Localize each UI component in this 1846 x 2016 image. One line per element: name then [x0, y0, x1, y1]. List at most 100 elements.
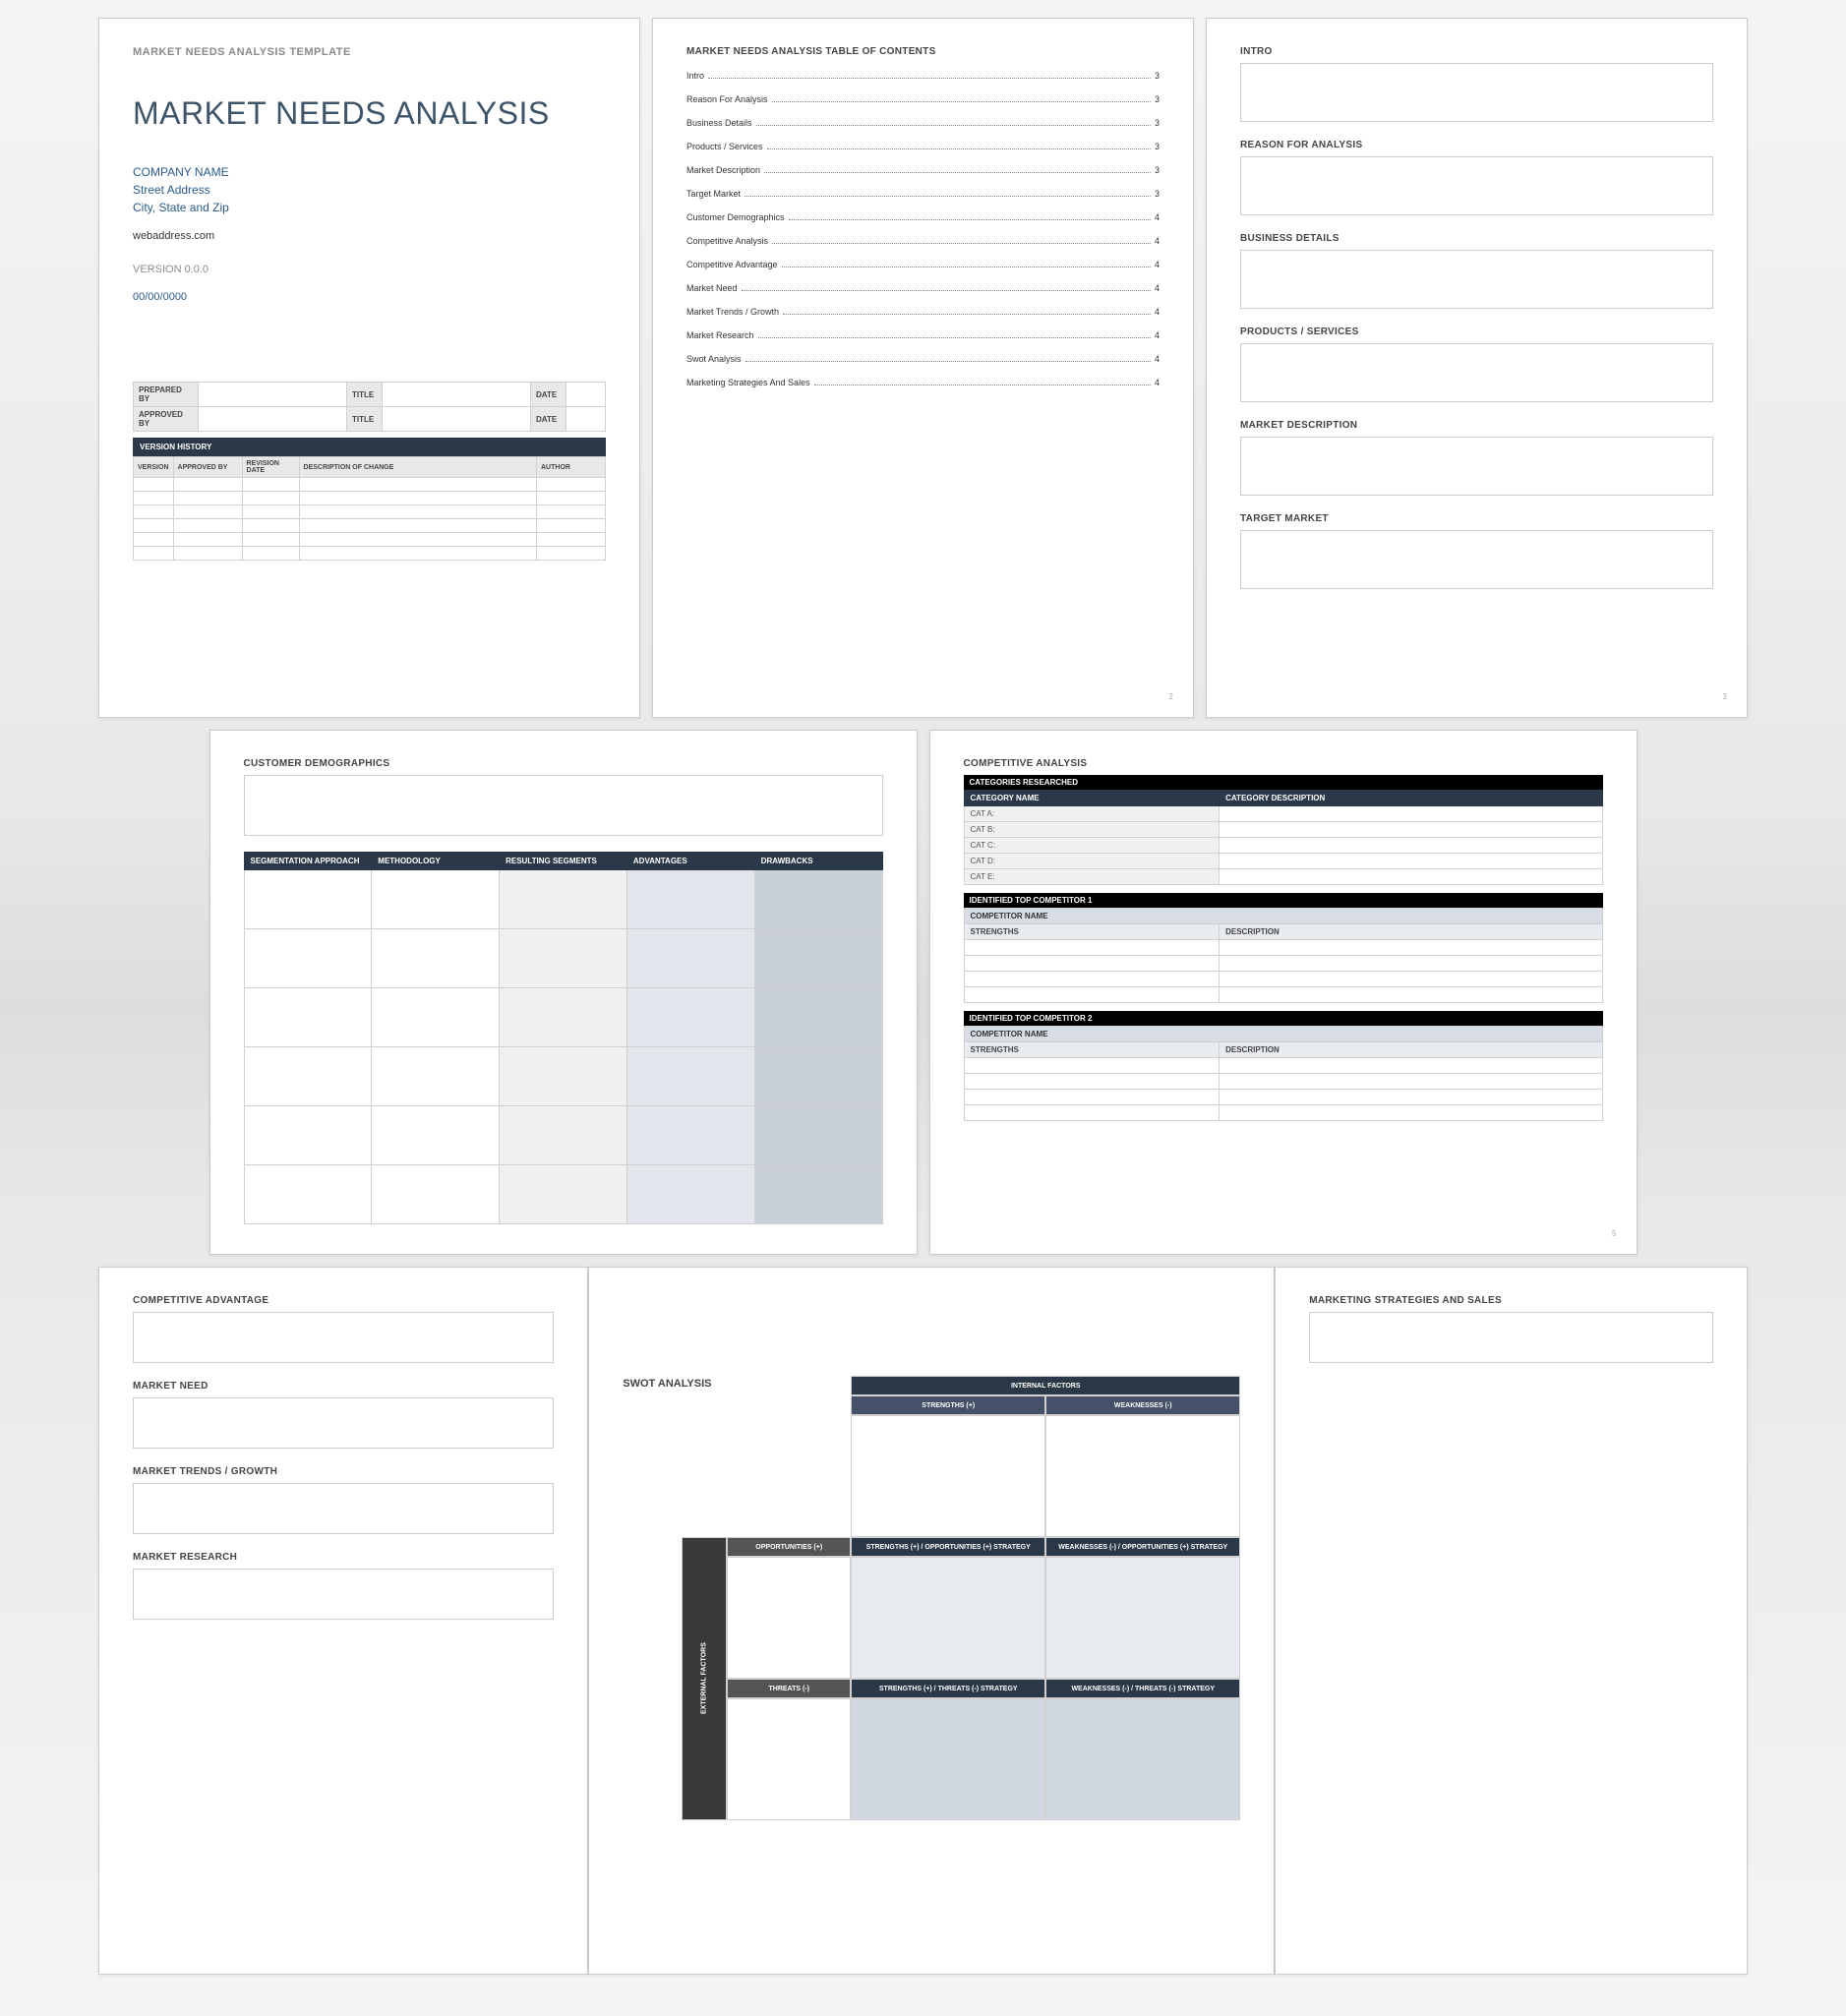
page-number: 2 [1169, 692, 1173, 701]
company-name: COMPANY NAME [133, 163, 606, 181]
competitor1-table: COMPETITOR NAME STRENGTHSDESCRIPTION [964, 908, 1603, 1003]
toc-item-title: Market Trends / Growth [686, 307, 779, 317]
toc-item-title: Target Market [686, 189, 741, 199]
toc-item-title: Market Description [686, 165, 760, 175]
swot-title: SWOT ANALYSIS [623, 1378, 711, 1390]
toc-item-page: 4 [1155, 260, 1160, 269]
approved-by-label: APPROVED BY [134, 407, 199, 432]
section-label: MARKET DESCRIPTION [1240, 420, 1713, 431]
company-city: City, State and Zip [133, 199, 606, 216]
toc-item-page: 3 [1155, 189, 1160, 199]
meta-table: PREPARED BY TITLE DATE APPROVED BY TITLE… [133, 382, 606, 432]
toc-row: Market Need4 [686, 283, 1160, 293]
toc-row: Reason For Analysis 3 [686, 94, 1160, 104]
so-header: STRENGTHS (+) / OPPORTUNITIES (+) STRATE… [851, 1537, 1045, 1557]
section-textbox[interactable] [1240, 63, 1713, 122]
version-history-header: VERSION HISTORY [133, 438, 606, 456]
toc-item-page: 4 [1155, 236, 1160, 246]
marketing-title: MARKETING STRATEGIES AND SALES [1309, 1295, 1713, 1306]
toc-row: Market Description 3 [686, 165, 1160, 175]
competitor2-header: IDENTIFIED TOP COMPETITOR 2 [964, 1011, 1603, 1026]
so-cell[interactable] [851, 1557, 1045, 1679]
opportunities-header: OPPORTUNITIES (+) [727, 1537, 851, 1557]
competitive-title: COMPETITIVE ANALYSIS [964, 758, 1603, 769]
section-textbox[interactable] [133, 1569, 554, 1620]
section-textbox[interactable] [1240, 437, 1713, 496]
section-label: TARGET MARKET [1240, 513, 1713, 524]
section-textbox[interactable] [133, 1483, 554, 1534]
section-textbox[interactable] [133, 1312, 554, 1363]
version-history-table: VERSION APPROVED BY REVISION DATE DESCRI… [133, 456, 606, 561]
toc-item-page: 3 [1155, 142, 1160, 151]
weaknesses-cell[interactable] [1045, 1415, 1240, 1537]
strengths-cell[interactable] [851, 1415, 1045, 1537]
section-label: PRODUCTS / SERVICES [1240, 326, 1713, 337]
title-label: TITLE [347, 383, 383, 407]
categories-researched-header: CATEGORIES RESEARCHED [964, 775, 1603, 790]
section-textbox[interactable] [133, 1397, 554, 1449]
threats-cell[interactable] [727, 1698, 851, 1820]
section-label: BUSINESS DETAILS [1240, 233, 1713, 244]
page-number: 3 [1723, 692, 1727, 701]
toc-item-title: Competitive Analysis [686, 236, 768, 246]
toc-row: Customer Demographics4 [686, 212, 1160, 222]
section-label: MARKET TRENDS / GROWTH [133, 1466, 554, 1477]
strengths-header: STRENGTHS (+) [851, 1395, 1045, 1415]
toc-row: Business Details 3 [686, 118, 1160, 128]
toc-item-page: 4 [1155, 307, 1160, 317]
toc-row: Competitive Advantage 4 [686, 260, 1160, 269]
st-header: STRENGTHS (+) / THREATS (-) STRATEGY [851, 1679, 1045, 1698]
demographics-textbox[interactable] [244, 775, 883, 836]
toc-item-page: 3 [1155, 118, 1160, 128]
wt-header: WEAKNESSES (-) / THREATS (-) STRATEGY [1045, 1679, 1240, 1698]
page-swot: SWOT ANALYSIS INTERNAL FACTORS STRENGTHS… [588, 1267, 1275, 1975]
page-intro-sections: INTRO REASON FOR ANALYSIS BUSINESS DETAILS… [1206, 18, 1748, 718]
toc-row: Intro3 [686, 71, 1160, 81]
toc-item-page: 3 [1155, 94, 1160, 104]
toc-row: Products / Services3 [686, 142, 1160, 151]
demographics-table: SEGMENTATION APPROACH METHODOLOGY RESULT… [244, 852, 883, 1224]
toc-item-title: Marketing Strategies And Sales [686, 378, 810, 387]
competitor2-table: COMPETITOR NAME STRENGTHSDESCRIPTION [964, 1026, 1603, 1121]
company-web: webaddress.com [133, 230, 606, 242]
section-textbox[interactable] [1240, 250, 1713, 309]
doc-date: 00/00/0000 [133, 291, 606, 303]
toc-item-title: Market Research [686, 330, 754, 340]
toc-row: Market Research4 [686, 330, 1160, 340]
toc-item-title: Reason For Analysis [686, 94, 768, 104]
doc-version: VERSION 0.0.0 [133, 264, 606, 275]
page-marketing-strategies: MARKETING STRATEGIES AND SALES [1275, 1267, 1748, 1975]
wt-cell[interactable] [1045, 1698, 1240, 1820]
page-competitive-analysis: COMPETITIVE ANALYSIS CATEGORIES RESEARCH… [929, 730, 1638, 1255]
st-cell[interactable] [851, 1698, 1045, 1820]
opportunities-cell[interactable] [727, 1557, 851, 1679]
wo-header: WEAKNESSES (-) / OPPORTUNITIES (+) STRAT… [1045, 1537, 1240, 1557]
section-label: INTRO [1240, 46, 1713, 57]
toc-item-title: Competitive Advantage [686, 260, 778, 269]
toc-list: Intro3Reason For Analysis3Business Detai… [686, 71, 1160, 387]
toc-item-title: Intro [686, 71, 704, 81]
toc-title: MARKET NEEDS ANALYSIS TABLE OF CONTENTS [686, 46, 1160, 57]
prepared-by-label: PREPARED BY [134, 383, 199, 407]
section-textbox[interactable] [1240, 156, 1713, 215]
section-textbox[interactable] [1240, 530, 1713, 589]
toc-row: Competitive Analysis 4 [686, 236, 1160, 246]
toc-item-title: Business Details [686, 118, 752, 128]
toc-item-title: Market Need [686, 283, 738, 293]
company-block: COMPANY NAME Street Address City, State … [133, 163, 606, 216]
wo-cell[interactable] [1045, 1557, 1240, 1679]
company-street: Street Address [133, 181, 606, 199]
toc-row: Swot Analysis4 [686, 354, 1160, 364]
section-label: COMPETITIVE ADVANTAGE [133, 1295, 554, 1306]
marketing-textbox[interactable] [1309, 1312, 1713, 1363]
section-label: MARKET RESEARCH [133, 1552, 554, 1563]
external-factors-label: EXTERNAL FACTORS [682, 1537, 727, 1820]
toc-item-page: 3 [1155, 165, 1160, 175]
section-label: REASON FOR ANALYSIS [1240, 140, 1713, 150]
template-label: MARKET NEEDS ANALYSIS TEMPLATE [133, 46, 606, 58]
section-textbox[interactable] [1240, 343, 1713, 402]
toc-row: Marketing Strategies And Sales4 [686, 378, 1160, 387]
page-competitive-advantage: COMPETITIVE ADVANTAGEMARKET NEEDMARKET T… [98, 1267, 588, 1975]
toc-row: Target Market 3 [686, 189, 1160, 199]
page-customer-demographics: CUSTOMER DEMOGRAPHICS SEGMENTATION APPRO… [209, 730, 918, 1255]
